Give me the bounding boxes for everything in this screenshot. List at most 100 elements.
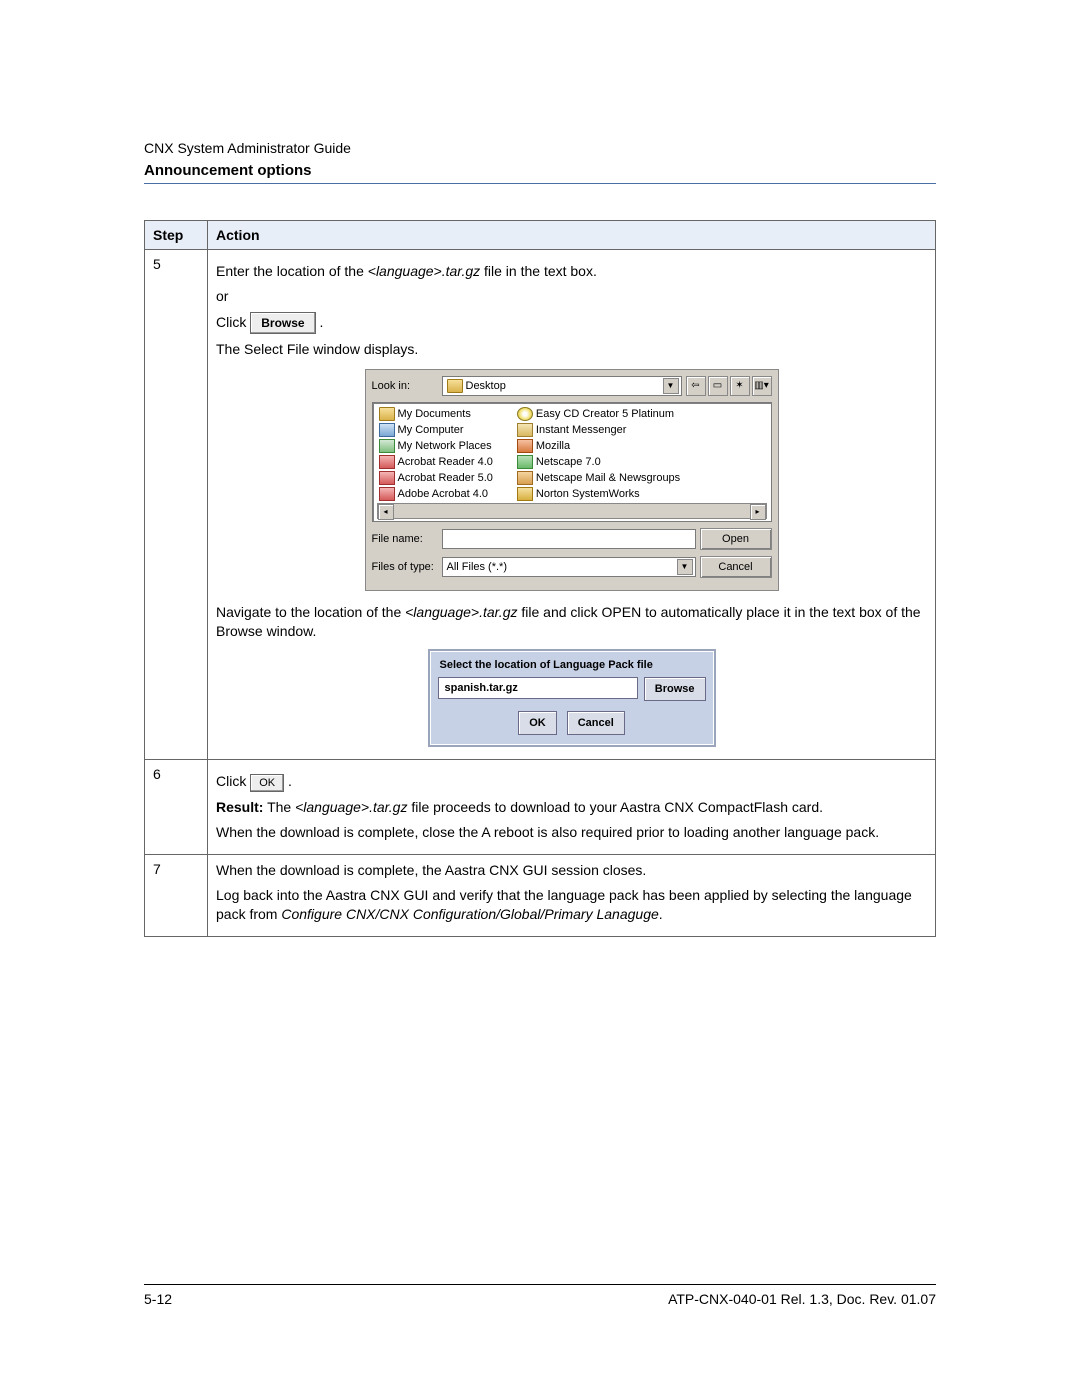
text-italic: <language>.tar.gz <box>295 799 407 815</box>
text: The <box>263 799 295 815</box>
text: . <box>319 314 323 330</box>
file-item-label: My Network Places <box>398 440 492 452</box>
file-item[interactable]: Easy CD Creator 5 Platinum <box>517 407 680 421</box>
result-label: Result: <box>216 799 263 815</box>
ok-button[interactable]: OK <box>250 774 284 793</box>
file-item-label: My Computer <box>398 424 464 436</box>
file-item-label: Norton SystemWorks <box>536 488 640 500</box>
file-item-label: Acrobat Reader 5.0 <box>398 472 493 484</box>
nsw-icon <box>517 487 533 501</box>
text-italic: <language>.tar.gz <box>368 263 480 279</box>
open-button[interactable]: Open <box>700 528 772 550</box>
file-item[interactable]: Adobe Acrobat 4.0 <box>379 487 493 501</box>
text: Click <box>216 314 250 330</box>
filename-label: File name: <box>372 533 438 545</box>
step-number: 6 <box>145 759 208 855</box>
file-item-label: Adobe Acrobat 4.0 <box>398 488 489 500</box>
text: . <box>288 773 292 789</box>
file-item[interactable]: Instant Messenger <box>517 423 680 437</box>
file-item-label: Acrobat Reader 4.0 <box>398 456 493 468</box>
page-footer: 5-12 ATP-CNX-040-01 Rel. 1.3, Doc. Rev. … <box>144 1284 936 1307</box>
ok-button[interactable]: OK <box>518 711 557 735</box>
scroll-left-icon[interactable]: ◂ <box>378 504 394 520</box>
step-action: Enter the location of the <language>.tar… <box>208 250 936 760</box>
file-item-label: My Documents <box>398 408 471 420</box>
text: Enter the location of the <box>216 263 368 279</box>
mail-icon <box>517 471 533 485</box>
lookin-value: Desktop <box>466 380 506 392</box>
cancel-button[interactable]: Cancel <box>700 556 772 578</box>
step-number: 5 <box>145 250 208 760</box>
text: or <box>216 287 927 306</box>
file-item[interactable]: Acrobat Reader 4.0 <box>379 455 493 469</box>
file-item[interactable]: My Computer <box>379 423 493 437</box>
text: Click <box>216 773 250 789</box>
browse-button[interactable]: Browse <box>644 677 706 701</box>
table-row: 5 Enter the location of the <language>.t… <box>145 250 936 760</box>
filetype-combo[interactable]: All Files (*.*) ▼ <box>442 557 696 577</box>
filename-input[interactable] <box>442 529 696 549</box>
text-italic: Configure CNX/CNX Configuration/Global/P… <box>281 906 658 922</box>
file-item-label: Netscape 7.0 <box>536 456 601 468</box>
lookin-label: Look in: <box>372 380 438 392</box>
file-item[interactable]: Acrobat Reader 5.0 <box>379 471 493 485</box>
file-item[interactable]: Norton SystemWorks <box>517 487 680 501</box>
up-folder-icon[interactable]: ▭ <box>708 376 728 396</box>
scroll-right-icon[interactable]: ▸ <box>750 504 766 520</box>
msg-icon <box>517 423 533 437</box>
pdf-icon <box>379 487 395 501</box>
section-title: Announcement options <box>144 162 936 179</box>
text: When the download is complete, close the… <box>216 823 927 842</box>
file-item-label: Netscape Mail & Newsgroups <box>536 472 680 484</box>
pdf-icon <box>379 455 395 469</box>
table-row: 7 When the download is complete, the Aas… <box>145 855 936 937</box>
text: . <box>659 906 663 922</box>
lang-dialog-title: Select the location of Language Pack fil… <box>440 659 706 671</box>
text: Navigate to the location of the <box>216 604 405 620</box>
doc-header: CNX System Administrator Guide <box>144 140 936 156</box>
net-icon <box>379 439 395 453</box>
moz-icon <box>517 439 533 453</box>
file-item-label: Instant Messenger <box>536 424 627 436</box>
text: When the download is complete, the Aastr… <box>216 861 927 880</box>
horizontal-scrollbar[interactable]: ◂ ▸ <box>377 503 767 519</box>
view-menu-icon[interactable]: ▥▾ <box>752 376 772 396</box>
page-number: 5-12 <box>144 1291 172 1307</box>
step-number: 7 <box>145 855 208 937</box>
file-item[interactable]: Mozilla <box>517 439 680 453</box>
header-rule <box>144 183 936 184</box>
chevron-down-icon[interactable]: ▼ <box>663 378 679 394</box>
back-icon[interactable]: ⇦ <box>686 376 706 396</box>
file-list-pane[interactable]: My Documents My Computer My Network Places… <box>372 402 772 522</box>
text-italic: <language>.tar.gz <box>405 604 517 620</box>
file-item-label: Easy CD Creator 5 Platinum <box>536 408 674 420</box>
col-step-header: Step <box>145 221 208 250</box>
text: The Select File window displays. <box>216 340 927 359</box>
step-action: When the download is complete, the Aastr… <box>208 855 936 937</box>
cancel-button[interactable]: Cancel <box>567 711 625 735</box>
file-item[interactable]: My Network Places <box>379 439 493 453</box>
ns-icon <box>517 455 533 469</box>
dialog-toolbar: ⇦ ▭ ✶ ▥▾ <box>686 376 772 396</box>
cd-icon <box>517 407 533 421</box>
table-row: 6 Click OK . Result: The <language>.tar.… <box>145 759 936 855</box>
chevron-down-icon[interactable]: ▼ <box>677 559 693 575</box>
comp-icon <box>379 423 395 437</box>
doc-reference: ATP-CNX-040-01 Rel. 1.3, Doc. Rev. 01.07 <box>668 1291 936 1307</box>
new-folder-icon[interactable]: ✶ <box>730 376 750 396</box>
step-action: Click OK . Result: The <language>.tar.gz… <box>208 759 936 855</box>
file-item[interactable]: Netscape Mail & Newsgroups <box>517 471 680 485</box>
pdf-icon <box>379 471 395 485</box>
lookin-combo[interactable]: Desktop ▼ <box>442 376 682 396</box>
langpack-path-input[interactable]: spanish.tar.gz <box>438 677 638 699</box>
browse-button[interactable]: Browse <box>250 312 315 334</box>
file-item-label: Mozilla <box>536 440 570 452</box>
steps-table: Step Action 5 Enter the location of the … <box>144 220 936 937</box>
language-pack-dialog: Select the location of Language Pack fil… <box>428 649 716 747</box>
file-item[interactable]: Netscape 7.0 <box>517 455 680 469</box>
desktop-icon <box>447 379 463 393</box>
filetype-label: Files of type: <box>372 561 438 573</box>
filetype-value: All Files (*.*) <box>447 561 508 573</box>
file-item[interactable]: My Documents <box>379 407 493 421</box>
text: file proceeds to download to your Aastra… <box>407 799 823 815</box>
